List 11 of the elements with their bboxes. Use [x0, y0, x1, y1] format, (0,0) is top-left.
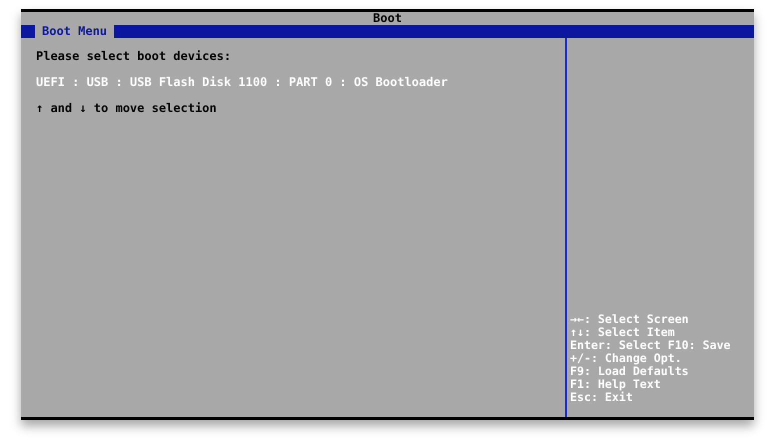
help-text: +/-: Change Opt. — [570, 352, 683, 365]
help-text: F1: Help Text — [570, 378, 662, 391]
help-text: Esc: Exit — [570, 391, 634, 404]
help-text: →←: Select Screen — [570, 313, 690, 326]
help-text: ↑↓: Select Item — [570, 326, 676, 339]
help-text: F9: Load Defaults — [570, 365, 690, 378]
tab[interactable]: Boot Menu — [35, 25, 114, 38]
help-text: Enter: Select F10: Save — [570, 339, 732, 352]
prompt-text: Please select boot devices: — [36, 50, 232, 63]
hint-text: ↑ and ↓ to move selection — [36, 102, 218, 115]
window-title: Boot — [373, 11, 402, 25]
